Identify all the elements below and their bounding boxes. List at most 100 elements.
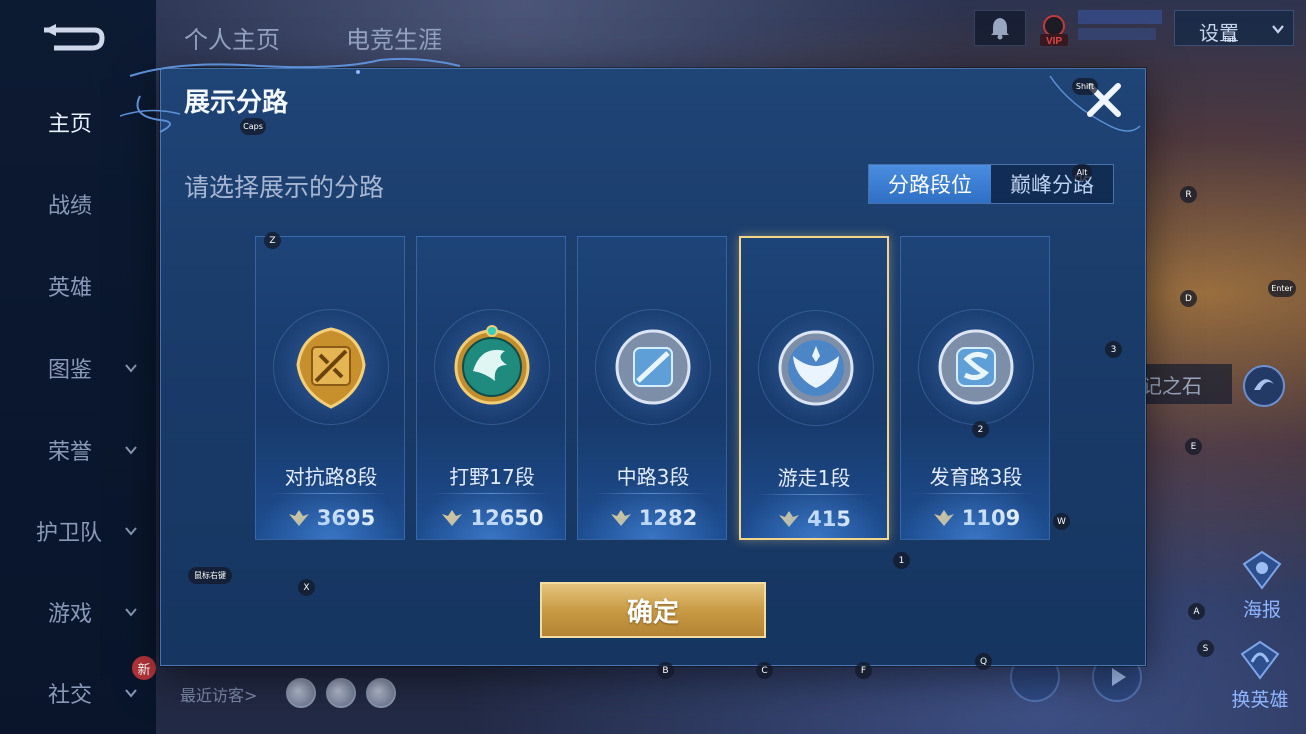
lane-card-mid[interactable]: 中路3段 1282 [577, 236, 727, 540]
lane-card-farm[interactable]: 发育路3段 1109 [900, 236, 1050, 540]
recent-visitors-link[interactable]: 最近访客> [180, 682, 257, 706]
back-arrow-icon[interactable] [40, 22, 106, 52]
tab-lane-rank[interactable]: 分路段位 [869, 165, 991, 203]
wing-icon [442, 510, 463, 526]
wing-icon [610, 510, 631, 526]
key-hint-mouse-right: 鼠标右键 [188, 567, 232, 584]
key-hint-enter: Enter [1268, 280, 1296, 297]
lane-score: 3695 [316, 506, 376, 530]
nav-item-label: 战绩 [48, 194, 93, 219]
dialog-subtitle: 请选择展示的分路 [184, 173, 385, 202]
score-row: 3695 [256, 505, 406, 531]
confirm-button[interactable]: 确定 [540, 582, 766, 638]
nav-item-label: 主页 [48, 112, 93, 137]
farm-lane-badge-icon [938, 329, 1014, 405]
lane-score: 1109 [961, 506, 1021, 530]
key-hint-shift: Shift [1072, 78, 1098, 95]
score-row: 12650 [417, 505, 567, 531]
key-hint-1: 1 [893, 552, 910, 569]
key-hint-z: Z [264, 232, 281, 249]
mid-lane-badge-icon [615, 329, 691, 405]
avatar[interactable] [286, 678, 316, 708]
tab-profile[interactable]: 个人主页 [184, 20, 280, 55]
nav-item-label: 社交 [48, 683, 93, 708]
chevron-down-icon [125, 364, 137, 373]
lane-score: 1282 [638, 506, 698, 530]
lane-card-clash[interactable]: 对抗路8段 3695 [255, 236, 405, 540]
vip-promo[interactable] [1078, 10, 1162, 40]
divider [270, 493, 390, 494]
notification-button[interactable] [974, 10, 1026, 46]
lane-card-name: 发育路3段 [929, 465, 1023, 489]
tab-esports-career[interactable]: 电竞生涯 [346, 20, 442, 55]
key-hint-a: A [1188, 603, 1205, 620]
swap-hero-button[interactable]: 换英雄 [1230, 640, 1290, 712]
nav-item-hero[interactable]: 英雄 [0, 266, 156, 306]
nav-item-atlas[interactable]: 图鉴 [0, 348, 156, 388]
key-hint-2: 2 [972, 421, 989, 438]
key-hint-w: W [1053, 513, 1070, 530]
key-hint-3: 3 [1105, 341, 1122, 358]
nav-item-home[interactable]: 主页 [0, 102, 156, 142]
key-hint-r: R [1180, 186, 1197, 203]
wing-icon [288, 510, 309, 526]
key-hint-c: C [756, 662, 773, 679]
nav-item-game[interactable]: 游戏 [0, 592, 156, 632]
divider [915, 493, 1035, 494]
lane-card-roam[interactable]: 游走1段 415 [739, 236, 889, 540]
stone-icon[interactable] [1242, 364, 1286, 408]
lane-card-name: 对抗路8段 [284, 465, 378, 489]
nav-item-label: 英雄 [48, 276, 93, 301]
settings-button[interactable]: 设置 Tab [1174, 10, 1294, 46]
swap-hero-icon [1240, 640, 1280, 680]
lane-score: 415 [807, 507, 851, 531]
bell-icon [991, 18, 1009, 40]
avatar[interactable] [326, 678, 356, 708]
chevron-down-icon [125, 527, 137, 536]
divider [755, 494, 875, 495]
key-hint-q: Q [975, 653, 992, 670]
poster-icon [1242, 550, 1282, 590]
settings-key-hint: Tab [1223, 35, 1237, 44]
nav-item-honor[interactable]: 荣誉 [0, 430, 156, 470]
lane-card-jungle[interactable]: 打野17段 12650 [416, 236, 566, 540]
divider [431, 493, 551, 494]
key-hint-alt: Alt [1072, 164, 1092, 181]
chevron-down-icon [125, 446, 137, 455]
chevron-down-icon [1272, 25, 1284, 34]
swap-hero-label: 换英雄 [1231, 689, 1289, 711]
vip-icon[interactable]: VIP [1036, 12, 1072, 48]
stone-label[interactable]: 记之石 [1136, 364, 1232, 404]
key-hint-e: E [1185, 438, 1202, 455]
chevron-down-icon [125, 689, 137, 698]
lane-card-name: 打野17段 [449, 465, 535, 489]
nav-item-label: 图鉴 [48, 358, 93, 383]
tab-peak-lane[interactable]: 巅峰分路 [991, 165, 1113, 203]
avatar[interactable] [366, 678, 396, 708]
new-badge: 新 [132, 656, 156, 680]
score-row: 1282 [578, 505, 728, 531]
jungle-badge-icon [454, 325, 530, 405]
dialog-title: 展示分路 [184, 88, 289, 118]
roam-badge-icon [778, 330, 854, 406]
lane-card-name: 中路3段 [616, 465, 690, 489]
left-nav: 主页 战绩 英雄 图鉴 荣誉 护卫队 游戏 社交 新 [0, 0, 156, 734]
nav-item-record[interactable]: 战绩 [0, 184, 156, 224]
key-hint-b: B [657, 662, 674, 679]
score-row: 1109 [901, 505, 1051, 531]
nav-item-label: 游戏 [48, 602, 93, 627]
chevron-down-icon [125, 608, 137, 617]
key-hint-s: S [1197, 640, 1214, 657]
lane-card-name: 游走1段 [777, 466, 851, 490]
nav-item-social[interactable]: 社交 [0, 673, 156, 713]
poster-button[interactable]: 海报 [1232, 550, 1292, 622]
clash-lane-badge-icon [296, 327, 366, 409]
vip-label: VIP [1046, 36, 1062, 47]
nav-item-guard[interactable]: 护卫队 [0, 511, 156, 551]
lane-score: 12650 [470, 506, 544, 530]
score-row: 415 [739, 506, 889, 532]
nav-item-label: 荣誉 [48, 440, 93, 465]
key-hint-caps: Caps [240, 118, 266, 135]
nav-item-label: 护卫队 [36, 521, 103, 546]
divider [592, 493, 712, 494]
